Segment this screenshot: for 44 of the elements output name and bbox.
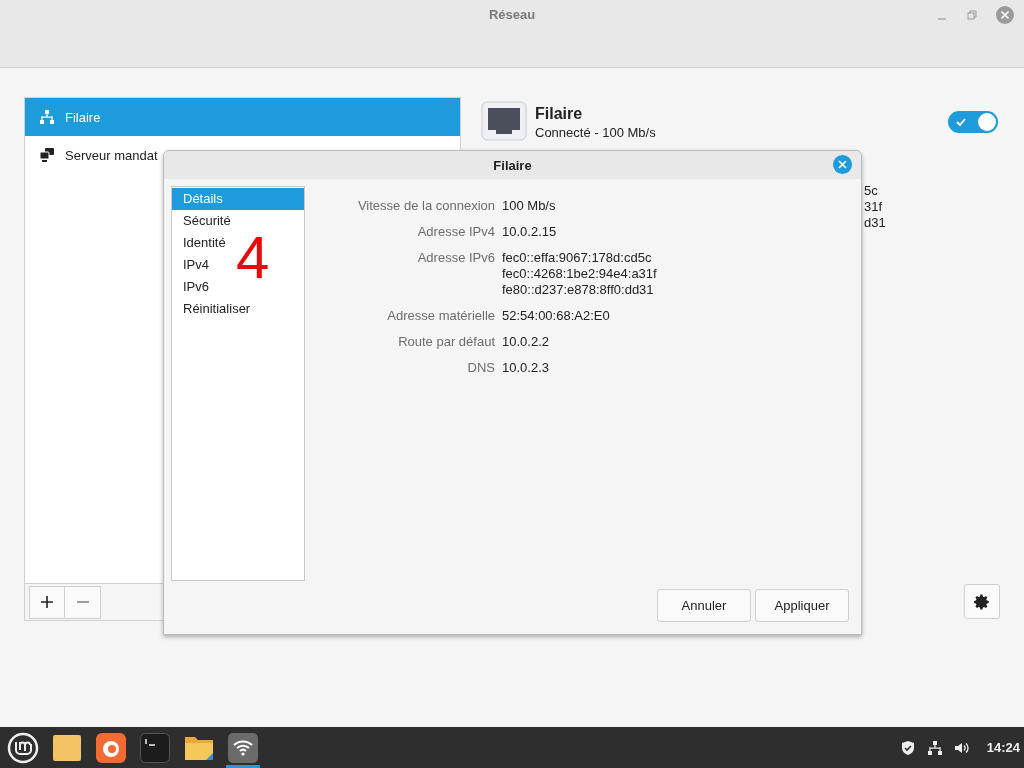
field-value: 10.0.2.15: [502, 224, 558, 240]
field-value: 10.0.2.3: [502, 360, 550, 376]
ethernet-port-icon: [481, 101, 527, 143]
field-label: Adresse matérielle: [386, 308, 495, 324]
annotation-number: 4: [236, 228, 270, 288]
tab[interactable]: IPv6: [172, 276, 211, 298]
connection-status: Connecté - 100 Mb/s: [535, 124, 657, 140]
close-icon[interactable]: [996, 6, 1014, 24]
sidebar-item[interactable]: Serveur mandat: [25, 136, 460, 174]
shield-icon[interactable]: [899, 739, 916, 756]
field-value: 10.0.2.2: [502, 334, 550, 350]
apply-button[interactable]: Appliquer: [755, 589, 849, 622]
cancel-button[interactable]: Annuler: [657, 589, 751, 622]
gear-icon: [973, 592, 991, 611]
add-button[interactable]: [29, 585, 65, 619]
close-icon[interactable]: [833, 155, 852, 174]
detail-text: 5c: [864, 183, 879, 199]
connection-title: Filaire: [535, 104, 584, 123]
tab[interactable]: Réinitialiser: [172, 298, 253, 320]
field-label: Adresse IPv6: [416, 250, 495, 267]
check-icon: [956, 118, 966, 126]
computers-icon: [39, 147, 55, 163]
network-icon: [39, 109, 55, 125]
settings-button[interactable]: [964, 584, 1000, 619]
network-icon[interactable]: [926, 739, 943, 756]
tab[interactable]: Identité: [172, 232, 228, 254]
field-value: fec0::4268:1be2:94e4:a31f: [502, 266, 658, 282]
field-value: 100 Mb/s: [502, 198, 557, 214]
clock: 14:24: [986, 740, 1020, 755]
field-label: Vitesse de la connexion: [356, 198, 495, 214]
detail-text: 31f: [864, 199, 884, 215]
field-label: DNS: [466, 360, 495, 376]
toggle-switch[interactable]: [948, 111, 998, 133]
plus-icon: [40, 595, 54, 609]
field-value: fec0::effa:9067:178d:cd5c: [502, 250, 653, 266]
field-value: fe80::d237:e878:8ff0:dd31: [502, 282, 655, 298]
tab[interactable]: Sécurité: [172, 210, 233, 232]
field-label: Adresse IPv4: [416, 224, 495, 240]
window-title: Réseau: [488, 7, 536, 23]
detail-text: d31: [864, 215, 887, 231]
tab[interactable]: IPv4: [172, 254, 211, 276]
field-value: 52:54:00:68:A2:E0: [502, 308, 611, 324]
field-label: Route par défaut: [397, 334, 495, 350]
dialog-title: Filaire: [493, 157, 532, 173]
